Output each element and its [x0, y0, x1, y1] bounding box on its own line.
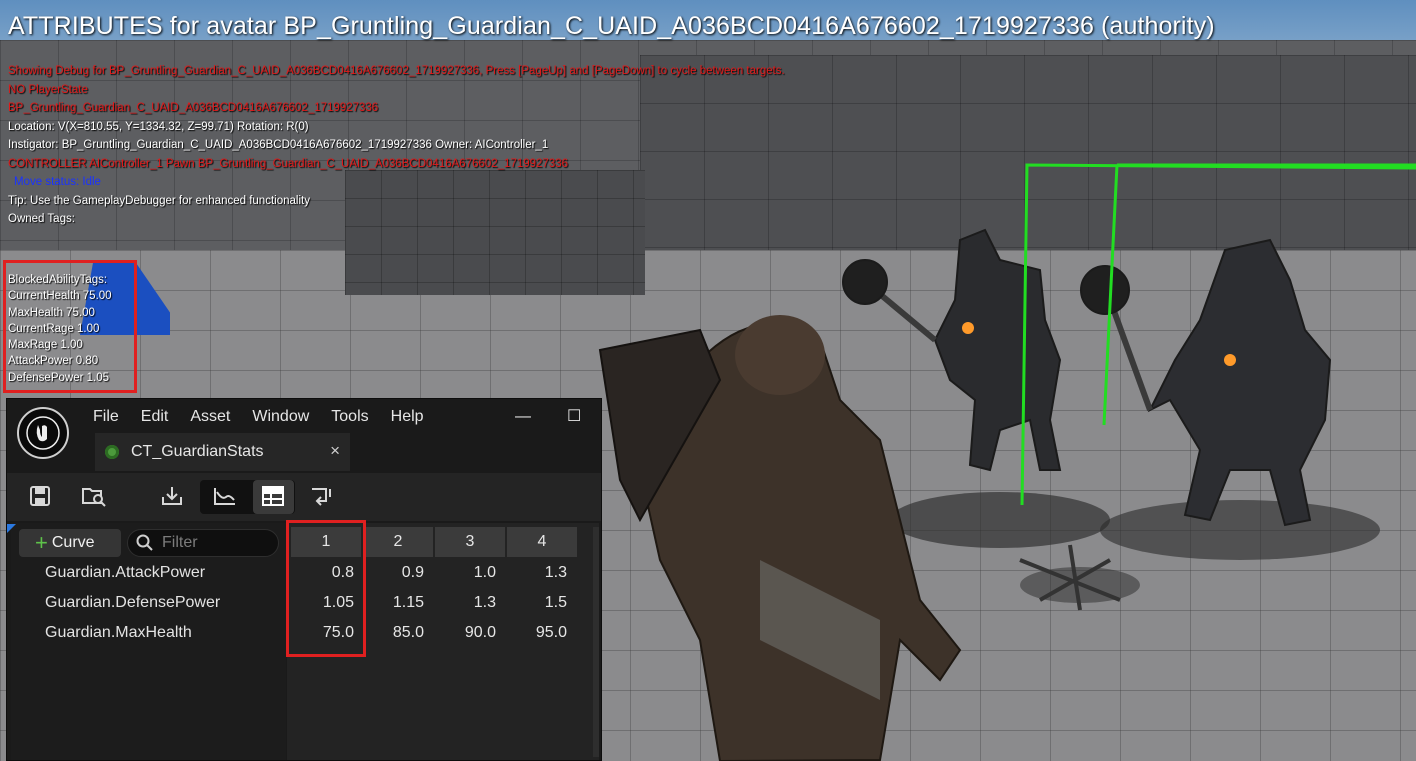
menu-asset[interactable]: Asset — [182, 405, 244, 429]
menu-edit[interactable]: Edit — [133, 405, 183, 429]
gruntling-right — [1080, 238, 1332, 527]
debug-line: Owned Tags: — [8, 213, 75, 225]
column-header-2[interactable]: 2 — [363, 527, 433, 557]
save-icon[interactable] — [25, 481, 55, 511]
column-1-highlight-box — [286, 520, 366, 657]
debug-line: Tip: Use the GameplayDebugger for enhanc… — [8, 194, 310, 207]
debug-info-lines: Showing Debug for BP_Gruntling_Guardian_… — [8, 62, 908, 229]
table-cell[interactable]: 1.3 — [426, 594, 496, 612]
curve-table-asset-icon — [105, 445, 119, 459]
reimport-icon[interactable] — [157, 481, 187, 511]
gruntling-left — [842, 228, 1062, 472]
add-curve-button[interactable]: + Curve — [19, 529, 121, 557]
column-header-4[interactable]: 4 — [507, 527, 577, 557]
curve-row-name[interactable]: Guardian.MaxHealth — [45, 624, 227, 642]
debug-line: Showing Debug for BP_Gruntling_Guardian_… — [8, 65, 785, 77]
debug-line: NO PlayerState — [8, 83, 88, 96]
debug-line: Instigator: BP_Gruntling_Guardian_C_UAID… — [8, 139, 549, 151]
maximize-button[interactable]: ☐ — [567, 405, 581, 429]
add-curve-label: Curve — [51, 534, 95, 551]
tab-ct-guardianstats[interactable]: CT_GuardianStats × — [95, 433, 350, 471]
table-cell[interactable]: 1.0 — [426, 564, 496, 582]
vertical-scrollbar[interactable] — [593, 527, 599, 757]
browse-asset-icon[interactable] — [79, 481, 109, 511]
append-column-icon[interactable] — [307, 481, 337, 511]
filter-input[interactable] — [160, 533, 274, 553]
menu-help[interactable]: Help — [383, 405, 438, 429]
player-character — [598, 315, 962, 761]
panel-corner-marker — [7, 524, 16, 533]
menu-bar: File Edit Asset Window Tools Help — [85, 405, 438, 429]
menu-file[interactable]: File — [85, 405, 133, 429]
table-cell[interactable]: 1.5 — [497, 594, 567, 612]
menu-tools[interactable]: Tools — [323, 405, 382, 429]
curve-row-name[interactable]: Guardian.DefensePower — [45, 594, 227, 612]
debug-line: Location: V(X=810.55, Y=1334.32, Z=99.71… — [8, 120, 309, 133]
debug-attributes-title: ATTRIBUTES for avatar BP_Gruntling_Guard… — [8, 12, 1215, 40]
table-cell[interactable]: 1.3 — [497, 564, 567, 582]
curve-row-name[interactable]: Guardian.AttackPower — [45, 564, 227, 582]
table-cell[interactable]: 95.0 — [497, 624, 567, 642]
column-header-3[interactable]: 3 — [435, 527, 505, 557]
close-tab-icon[interactable]: × — [330, 441, 340, 461]
table-cell[interactable]: 90.0 — [426, 624, 496, 642]
debug-line: BP_Gruntling_Guardian_C_UAID_A036BCD0416… — [8, 102, 379, 114]
plus-icon: + — [35, 530, 48, 555]
tab-label: CT_GuardianStats — [131, 443, 264, 460]
debug-line: CONTROLLER AIController_1 Pawn BP_Gruntl… — [8, 157, 569, 170]
debug-line: Move status: Idle — [14, 176, 101, 188]
table-view-icon[interactable] — [258, 481, 288, 511]
minimize-button[interactable]: — — [515, 405, 531, 429]
curve-view-icon[interactable] — [210, 481, 240, 511]
toolbar — [7, 473, 601, 521]
filter-search-box[interactable] — [127, 529, 279, 557]
unreal-logo-icon — [17, 407, 69, 459]
attributes-highlight-box — [3, 260, 137, 393]
search-icon — [136, 534, 153, 551]
menu-window[interactable]: Window — [244, 405, 323, 429]
